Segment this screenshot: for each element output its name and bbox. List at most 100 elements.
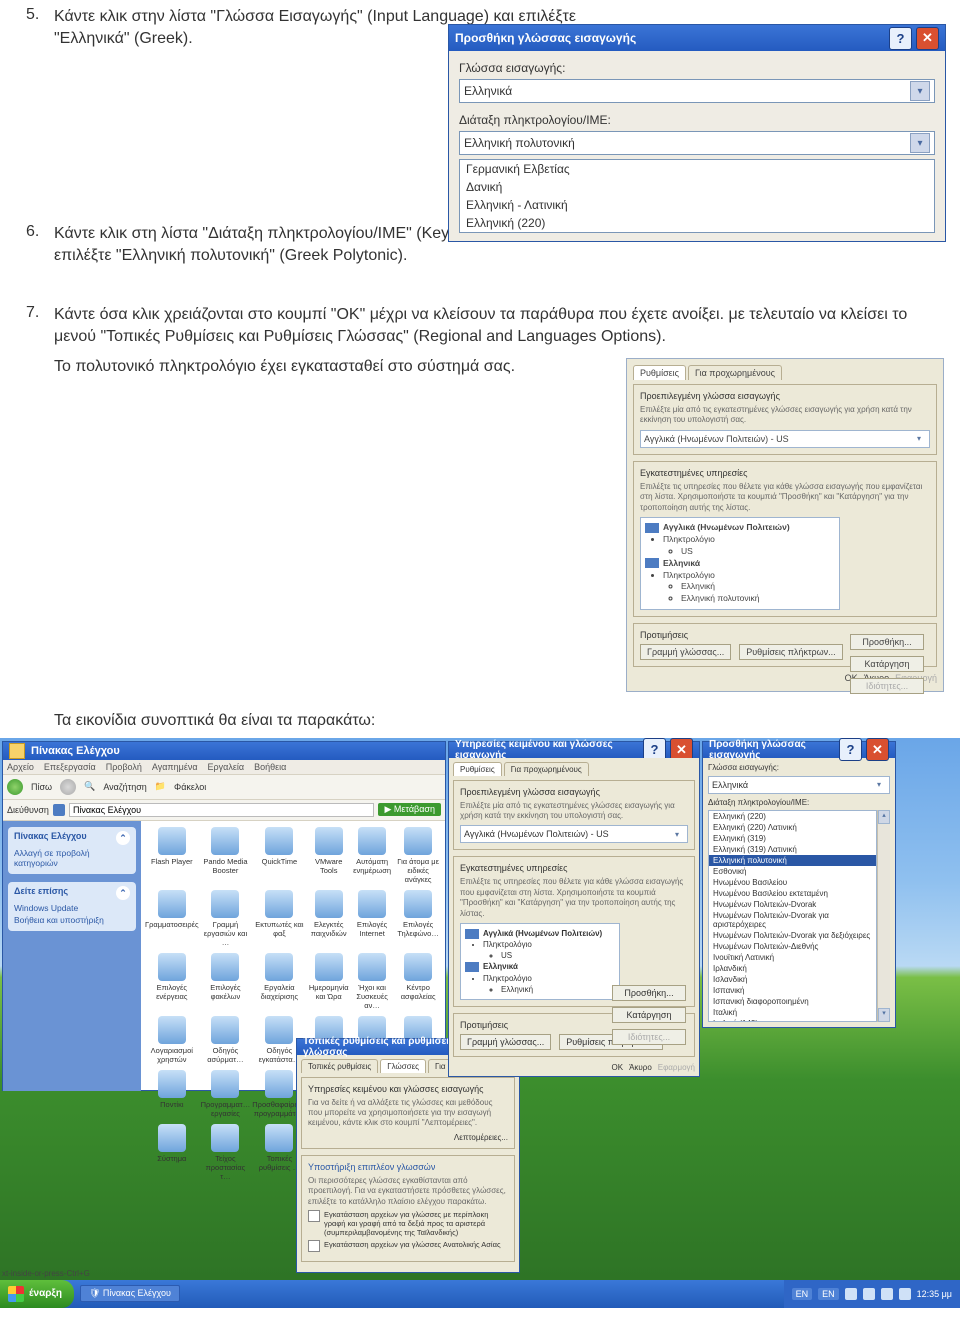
list-item[interactable]: Ελληνική (220) Λατινική (709, 822, 876, 833)
control-panel-item[interactable]: Οδηγός ασύρματ… (201, 1016, 251, 1064)
search-icon[interactable]: 🔍 (84, 781, 95, 792)
chevron-down-icon[interactable]: ▾ (872, 780, 886, 789)
list-item[interactable]: Ιταλική (709, 1007, 876, 1018)
tab-settings[interactable]: Ρυθμίσεις (633, 365, 686, 380)
checkbox-east-asian[interactable] (308, 1240, 320, 1252)
services-tree[interactable]: Αγγλικά (Ηνωμένων Πολιτειών) Πληκτρολόγι… (640, 517, 840, 610)
details-button[interactable]: Λεπτομέρειες... (454, 1133, 508, 1142)
tray-icon[interactable] (845, 1288, 857, 1300)
language-bar-button[interactable]: Γραμμή γλώσσας... (640, 644, 731, 660)
go-button[interactable]: ▶ Μετάβαση (378, 803, 441, 816)
start-button[interactable]: έναρξη (0, 1280, 74, 1308)
control-panel-item[interactable]: VMware Tools (309, 827, 349, 884)
scroll-down-icon[interactable]: ▾ (878, 1008, 890, 1022)
address-field[interactable] (69, 803, 375, 817)
control-panel-item[interactable]: Κέντρο ασφαλείας (395, 953, 441, 1010)
scrollbar[interactable]: ▴▾ (877, 810, 890, 1022)
control-panel-item[interactable]: Τείχος προστασίας τ… (201, 1124, 251, 1181)
list-item[interactable]: Ελληνική - Λατινική (460, 196, 934, 214)
control-panel-item[interactable]: Flash Player (145, 827, 199, 884)
control-panel-item[interactable]: Ελεγκτές παιχνιδιών (309, 890, 349, 947)
menu-item[interactable]: Αρχείο (7, 762, 34, 772)
control-panel-item[interactable]: Επιλογές φακέλων (201, 953, 251, 1010)
help-button[interactable]: ? (889, 27, 912, 50)
input-language-combo[interactable]: Ελληνικά▾ (708, 776, 890, 794)
key-settings-button[interactable]: Ρυθμίσεις πλήκτρων... (739, 644, 842, 660)
switch-view-link[interactable]: Αλλαγή σε προβολή κατηγοριών (14, 848, 130, 868)
control-panel-item[interactable]: Ποντίκι (145, 1070, 199, 1118)
tab-settings[interactable]: Ρυθμίσεις (453, 762, 502, 776)
control-panel-item[interactable]: Εκτυπωτές και φαξ (252, 890, 306, 947)
list-item[interactable]: Γερμανική Ελβετίας (460, 160, 934, 178)
help-support-link[interactable]: Βοήθεια και υποστήριξη (14, 915, 130, 925)
list-item[interactable]: Ελληνική (319) (709, 833, 876, 844)
input-language-combo[interactable]: Ελληνικά▾ (459, 79, 935, 103)
tab-languages[interactable]: Γλώσσες (380, 1059, 426, 1073)
list-item[interactable]: Ηνωμένου Βασιλείου εκτεταμένη (709, 888, 876, 899)
collapse-icon[interactable]: ⌃ (116, 886, 130, 900)
control-panel-item[interactable]: Γραμματοσειρές (145, 890, 199, 947)
list-item[interactable]: Ηνωμένων Πολιτειών-Dvorak (709, 899, 876, 910)
list-item[interactable]: Ελληνική (220) (460, 214, 934, 232)
system-tray[interactable]: EN EN 12:35 μμ (784, 1280, 960, 1308)
list-item[interactable]: Ελληνική (319) Λατινική (709, 844, 876, 855)
list-item[interactable]: Ελληνική (220) (709, 811, 876, 822)
close-button[interactable]: ✕ (866, 738, 889, 761)
language-indicator[interactable]: EN (792, 1288, 813, 1300)
control-panel-item[interactable]: Γραμμή εργασιών και … (201, 890, 251, 947)
list-item[interactable]: Ιταλική (142) (709, 1018, 876, 1022)
default-lang-combo[interactable]: Αγγλικά (Ηνωμένων Πολιτειών) - US▾ (640, 430, 930, 448)
folders-icon[interactable]: 📁 (155, 781, 166, 792)
list-item[interactable]: Ινουϊτική Λατινική (709, 952, 876, 963)
tab-advanced[interactable]: Για προχωρημένους (504, 762, 589, 776)
list-item[interactable]: Ελληνική πολυτονική (709, 855, 876, 866)
control-panel-item[interactable]: Ημερομηνία και Ώρα (309, 953, 349, 1010)
chevron-down-icon[interactable]: ▾ (910, 133, 930, 153)
control-panel-item[interactable]: Εργαλεία διαχείρισης (252, 953, 306, 1010)
add-button[interactable]: Προσθήκη... (612, 985, 686, 1001)
scroll-up-icon[interactable]: ▴ (878, 810, 890, 824)
control-panel-item[interactable]: Λογαριασμοί χρηστών (145, 1016, 199, 1064)
collapse-icon[interactable]: ⌃ (116, 831, 130, 845)
remove-button[interactable]: Κατάργηση (850, 656, 924, 672)
list-item[interactable]: Ηνωμένου Βασιλείου (709, 877, 876, 888)
control-panel-item[interactable]: QuickTime (252, 827, 306, 884)
keyboard-layout-combo[interactable]: Ελληνική πολυτονική▾ (459, 131, 935, 155)
control-panel-item[interactable]: Επιλογές ενέργειας (145, 953, 199, 1010)
list-item[interactable]: Ηνωμένων Πολιτειών-Dvorak για δεξιόχειρε… (709, 930, 876, 941)
menu-item[interactable]: Προβολή (106, 762, 142, 772)
layout-listbox[interactable]: Γερμανική ΕλβετίαςΔανικήΕλληνική - Λατιν… (459, 159, 935, 233)
language-indicator[interactable]: EN (818, 1288, 839, 1300)
remove-button[interactable]: Κατάργηση (612, 1007, 686, 1023)
clock[interactable]: 12:35 μμ (917, 1289, 952, 1299)
windows-update-link[interactable]: Windows Update (14, 903, 130, 913)
add-button[interactable]: Προσθήκη... (850, 634, 924, 650)
list-item[interactable]: Δανική (460, 178, 934, 196)
control-panel-item[interactable]: Για άτομα με ειδικές ανάγκες (395, 827, 441, 884)
chevron-down-icon[interactable]: ▾ (912, 434, 926, 443)
control-panel-item[interactable]: Προγραμματ… εργασίες (201, 1070, 251, 1118)
list-item[interactable]: Ιρλανδική (709, 963, 876, 974)
control-panel-item[interactable]: Αυτόματη ενημέρωση (351, 827, 393, 884)
services-tree[interactable]: Αγγλικά (Ηνωμένων Πολιτειών) Πληκτρολόγι… (460, 923, 620, 1000)
layout-listbox[interactable]: Ελληνική (220)Ελληνική (220) ΛατινικήΕλλ… (708, 810, 877, 1022)
dialog-titlebar[interactable]: Προσθήκη γλώσσας εισαγωγής ? ✕ (449, 25, 945, 51)
list-item[interactable]: Ηνωμένων Πολιτειών-Διεθνής (709, 941, 876, 952)
menu-item[interactable]: Επεξεργασία (44, 762, 96, 772)
tray-icon[interactable] (863, 1288, 875, 1300)
list-item[interactable]: Εσθονική (709, 866, 876, 877)
close-button[interactable]: ✕ (916, 27, 939, 50)
menu-item[interactable]: Βοήθεια (254, 762, 286, 772)
list-item[interactable]: Ηνωμένων Πολιτειών-Dvorak για αριστερόχε… (709, 910, 876, 930)
back-button[interactable] (7, 779, 23, 795)
list-item[interactable]: Ισπανική διαφοροποιημένη (709, 996, 876, 1007)
ok-button[interactable]: OK (612, 1063, 624, 1072)
language-bar-button[interactable]: Γραμμή γλώσσας... (460, 1034, 551, 1050)
control-panel-item[interactable]: Επιλογές Τηλεφώνο… (395, 890, 441, 947)
menu-item[interactable]: Εργαλεία (208, 762, 245, 772)
chevron-down-icon[interactable]: ▾ (670, 830, 684, 839)
menu-bar[interactable]: ΑρχείοΕπεξεργασίαΠροβολήΑγαπημέναΕργαλεί… (3, 760, 445, 775)
default-lang-combo[interactable]: Αγγλικά (Ηνωμένων Πολιτειών) - US▾ (460, 825, 688, 843)
cancel-button[interactable]: Άκυρο (629, 1063, 652, 1072)
taskbar-button[interactable]: 🛡 Πίνακας Ελέγχου (80, 1285, 180, 1302)
